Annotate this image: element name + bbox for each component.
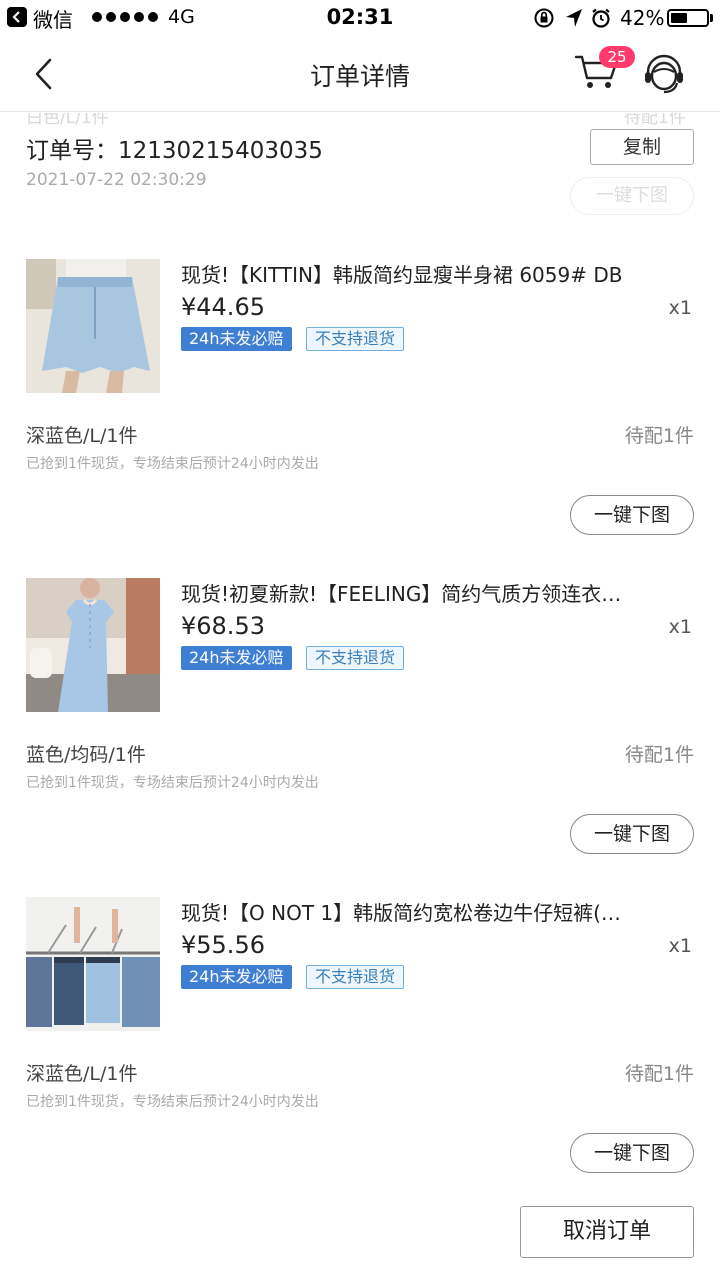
customer-service-icon[interactable] xyxy=(642,52,686,96)
product-price: ¥44.65 xyxy=(181,293,265,321)
order-item[interactable]: 现货!初夏新款!【FEELING】简约气质方领连衣… ¥68.53 x1 24h… xyxy=(0,578,720,898)
product-thumbnail-skirt[interactable] xyxy=(26,259,160,393)
product-spec: 深蓝色/L/1件 xyxy=(26,1063,138,1085)
orientation-lock-icon xyxy=(534,8,554,28)
product-spec: 蓝色/均码/1件 xyxy=(26,744,146,766)
item-status: 待配1件 xyxy=(624,744,694,766)
shipping-note: 已抢到1件现货，专场结束后预计24小时内发出 xyxy=(26,775,319,791)
navigation-bar: 订单详情 25 xyxy=(0,36,720,112)
no-return-tag: 不支持退货 xyxy=(306,965,405,989)
scrolled-spec-text: 白色/L/1件 xyxy=(26,113,109,128)
product-title[interactable]: 现货!【O NOT 1】韩版简约宽松卷边牛仔短裤(… xyxy=(181,897,691,926)
copy-order-number-button[interactable]: 复制 xyxy=(590,129,694,165)
location-arrow-icon xyxy=(566,9,582,27)
download-images-button[interactable]: 一键下图 xyxy=(570,1133,694,1173)
no-return-tag: 不支持退货 xyxy=(306,646,405,670)
scrolled-status-text: 待配1件 xyxy=(624,113,686,128)
battery-percent: 42% xyxy=(620,6,665,30)
download-images-button[interactable]: 一键下图 xyxy=(570,814,694,854)
product-thumbnail-shorts[interactable] xyxy=(26,897,160,1031)
shipping-note: 已抢到1件现货，专场结束后预计24小时内发出 xyxy=(26,1094,319,1110)
battery-tip xyxy=(710,14,713,22)
item-status: 待配1件 xyxy=(624,1063,694,1085)
guarantee-tag: 24h未发必赔 xyxy=(181,965,292,989)
battery-icon xyxy=(667,9,709,27)
order-item[interactable]: 现货!【KITTIN】韩版简约显瘦半身裙 6059# DB ¥44.65 x1 … xyxy=(0,259,720,579)
product-thumbnail-dress[interactable] xyxy=(26,578,160,712)
product-price: ¥68.53 xyxy=(181,612,265,640)
shipping-note: 已抢到1件现货，专场结束后预计24小时内发出 xyxy=(26,456,319,472)
guarantee-tag: 24h未发必赔 xyxy=(181,327,292,351)
product-quantity: x1 xyxy=(668,297,692,319)
product-quantity: x1 xyxy=(668,935,692,957)
download-images-button[interactable]: 一键下图 xyxy=(570,495,694,535)
product-quantity: x1 xyxy=(668,616,692,638)
no-return-tag: 不支持退货 xyxy=(306,327,405,351)
order-item[interactable]: 现货!【O NOT 1】韩版简约宽松卷边牛仔短裤(… ¥55.56 x1 24h… xyxy=(0,897,720,1217)
order-number: 订单号：12130215403035 xyxy=(26,138,323,164)
cart-count-badge: 25 xyxy=(599,46,635,68)
cancel-order-button[interactable]: 取消订单 xyxy=(520,1206,694,1258)
item-status: 待配1件 xyxy=(624,425,694,447)
status-bar: 微信 4G 02:31 42% xyxy=(0,0,720,36)
order-detail-content[interactable]: 白色/L/1件 待配1件 一键下图 订单号：12130215403035 202… xyxy=(0,113,720,1280)
product-price: ¥55.56 xyxy=(181,931,265,959)
clock: 02:31 xyxy=(326,5,394,29)
scrolled-download-button: 一键下图 xyxy=(570,177,694,215)
order-time: 2021-07-22 02:30:29 xyxy=(26,170,207,190)
product-title[interactable]: 现货!【KITTIN】韩版简约显瘦半身裙 6059# DB xyxy=(181,259,691,288)
alarm-icon xyxy=(592,8,610,28)
product-title[interactable]: 现货!初夏新款!【FEELING】简约气质方领连衣… xyxy=(181,578,691,607)
guarantee-tag: 24h未发必赔 xyxy=(181,646,292,670)
product-spec: 深蓝色/L/1件 xyxy=(26,425,138,447)
